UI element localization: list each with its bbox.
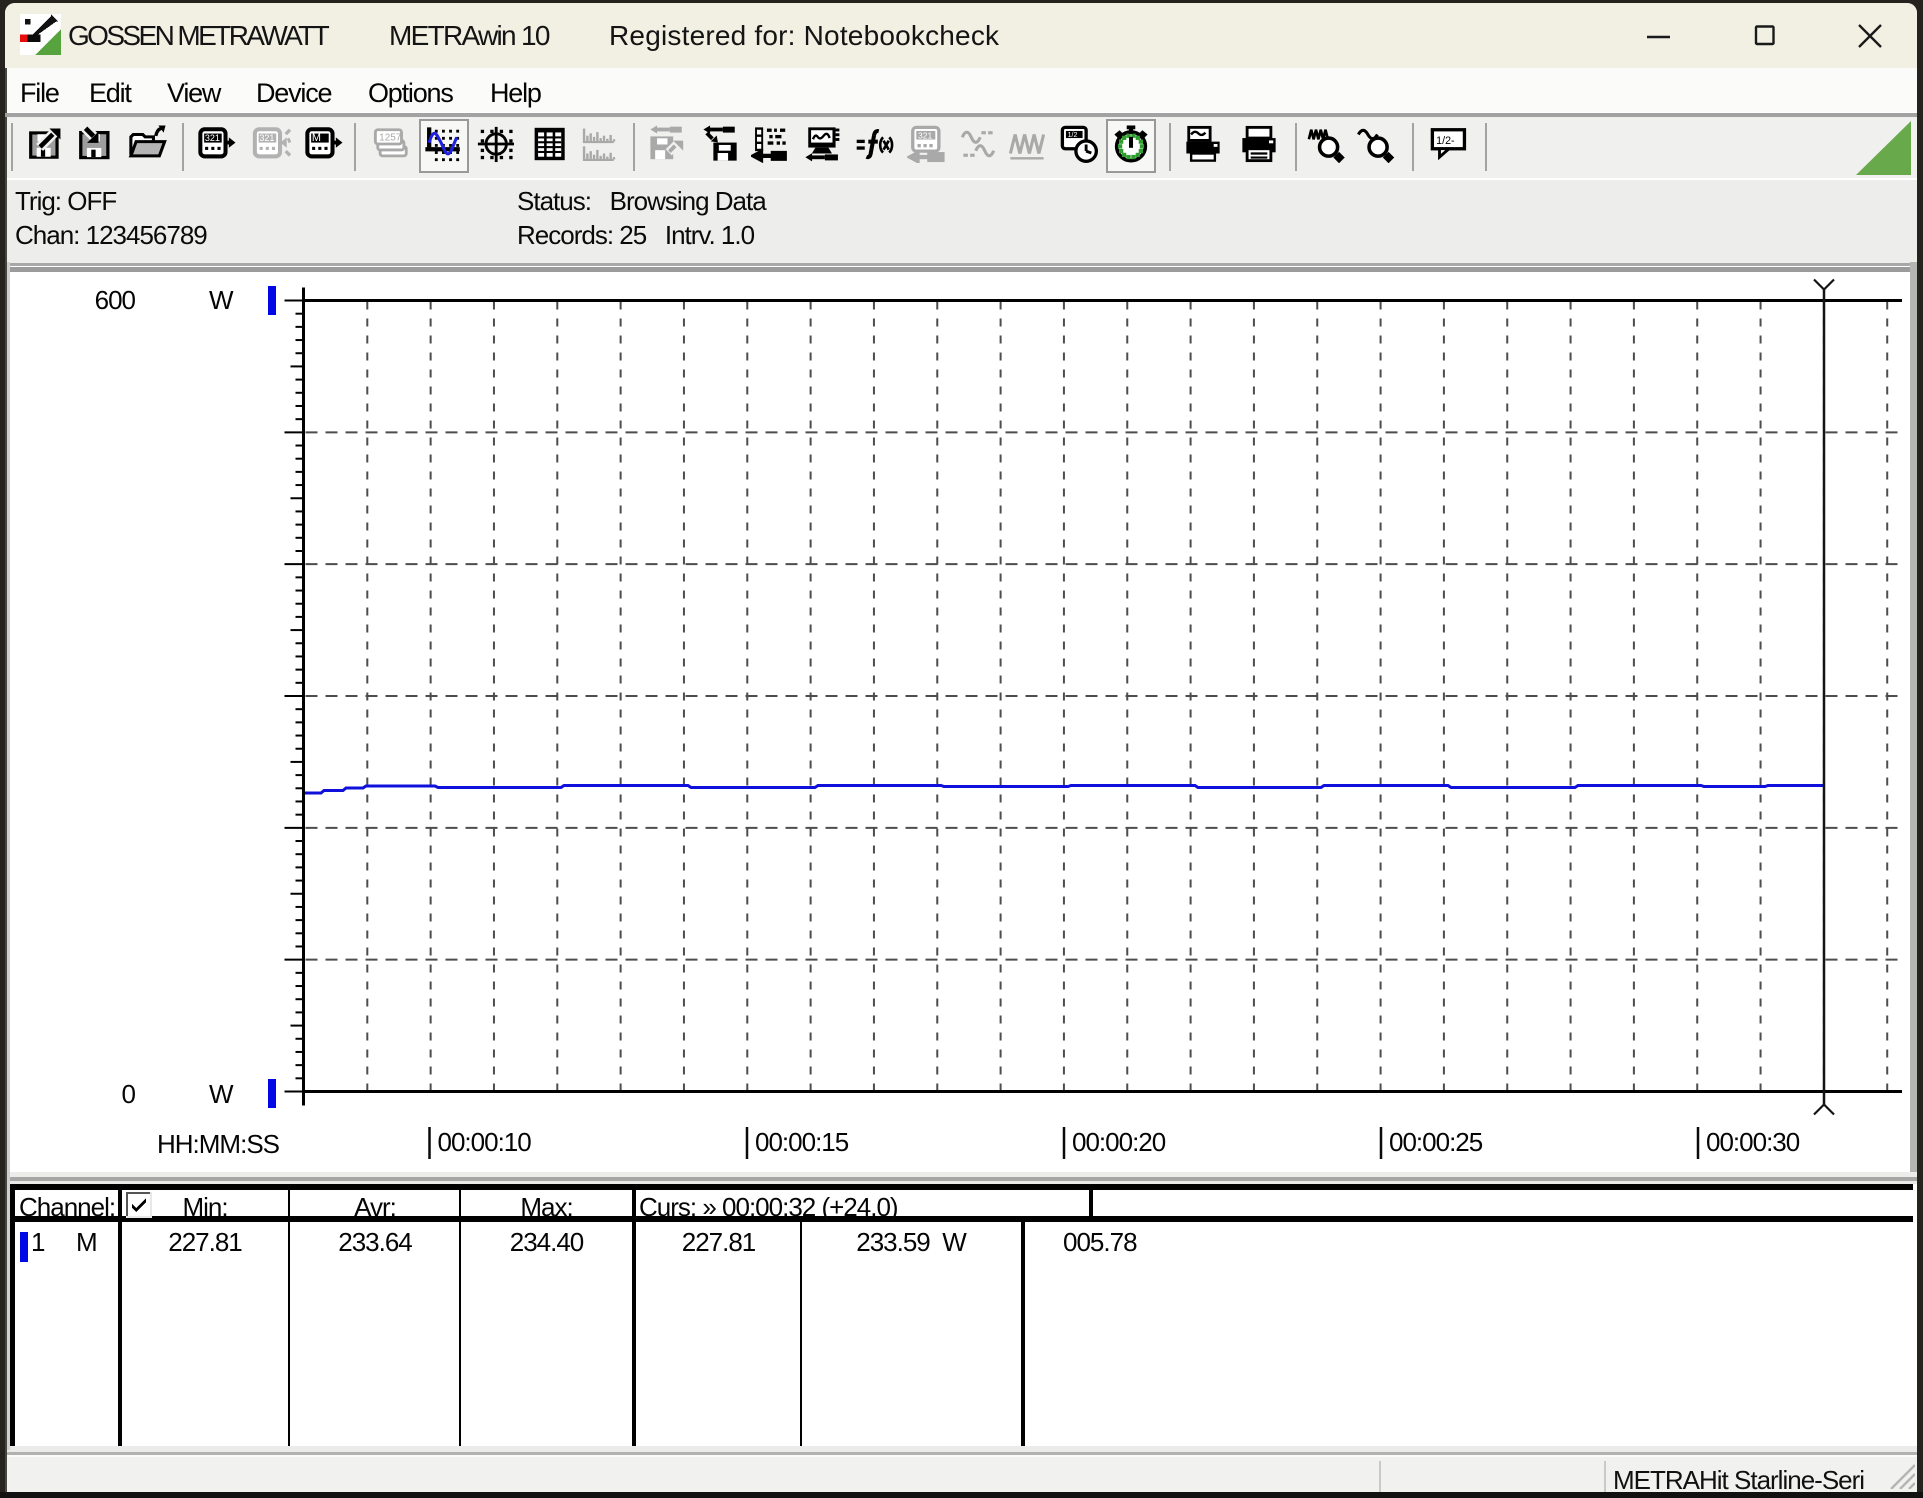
svg-text:M: M xyxy=(312,132,321,144)
svg-text:1/2: 1/2 xyxy=(1068,131,1078,139)
svg-text:00:00:25: 00:00:25 xyxy=(1389,1127,1483,1157)
svg-text:321: 321 xyxy=(259,133,274,143)
svg-text:00:00:15: 00:00:15 xyxy=(755,1127,849,1157)
svg-text:00:00:20: 00:00:20 xyxy=(1072,1127,1166,1157)
svg-text:321: 321 xyxy=(918,131,933,141)
svg-text:00:00:30: 00:00:30 xyxy=(1706,1127,1800,1157)
svg-text:1257: 1257 xyxy=(379,133,402,144)
svg-text:321: 321 xyxy=(205,133,220,143)
svg-text:00:00:10: 00:00:10 xyxy=(438,1127,532,1157)
svg-text:1/2-: 1/2- xyxy=(1436,135,1455,147)
